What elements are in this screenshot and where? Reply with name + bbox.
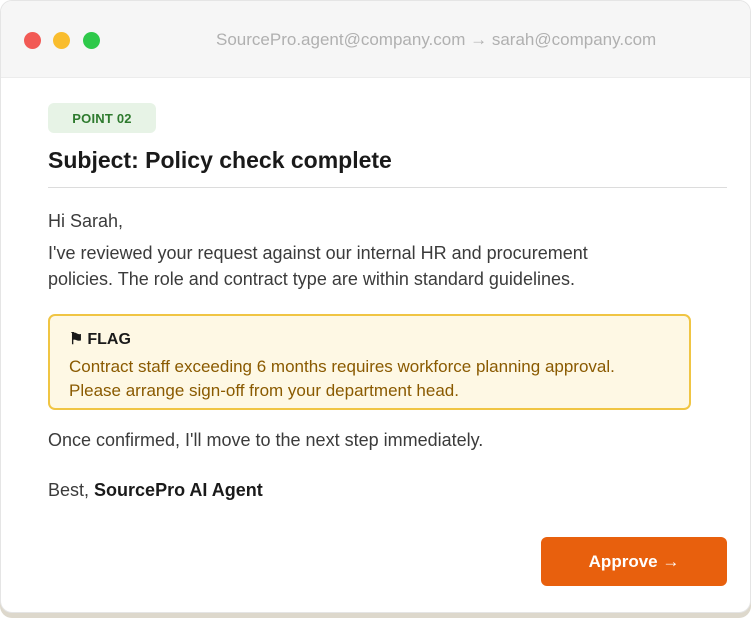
email-body-line-1: I've reviewed your request against our i… <box>48 243 588 263</box>
email-window: SourcePro.agent@company.com → sarah@comp… <box>0 0 751 613</box>
flag-message-line-1: Contract staff exceeding 6 months requir… <box>69 357 615 376</box>
close-window-button[interactable] <box>24 32 41 49</box>
flag-icon: ⚑ <box>69 331 84 348</box>
signature-prefix: Best, <box>48 480 90 500</box>
flag-title: ⚑ FLAG <box>69 329 131 349</box>
title-bar: SourcePro.agent@company.com → sarah@comp… <box>1 1 750 78</box>
subject-divider <box>48 187 727 188</box>
sender-recipient-address: SourcePro.agent@company.com → sarah@comp… <box>216 30 657 49</box>
flag-title-label: FLAG <box>87 331 131 348</box>
email-body-line-2: policies. The role and contract type are… <box>48 269 575 289</box>
signature-name: SourcePro AI Agent <box>94 480 263 500</box>
minimize-window-button[interactable] <box>53 32 70 49</box>
email-signature: Best, SourcePro AI Agent <box>48 477 263 503</box>
flag-callout: ⚑ FLAG Contract staff exceeding 6 months … <box>48 314 691 410</box>
email-greeting: Hi Sarah, <box>48 211 124 231</box>
flag-message-line-2: Please arrange sign-off from your depart… <box>69 381 459 400</box>
email-subject: Subject: Policy check complete <box>48 147 392 173</box>
email-closing-line: Once confirmed, I'll move to the next st… <box>48 430 484 450</box>
approve-button[interactable]: Approve → <box>541 537 727 586</box>
point-badge: POINT 02 <box>48 103 156 133</box>
maximize-window-button[interactable] <box>83 32 100 49</box>
